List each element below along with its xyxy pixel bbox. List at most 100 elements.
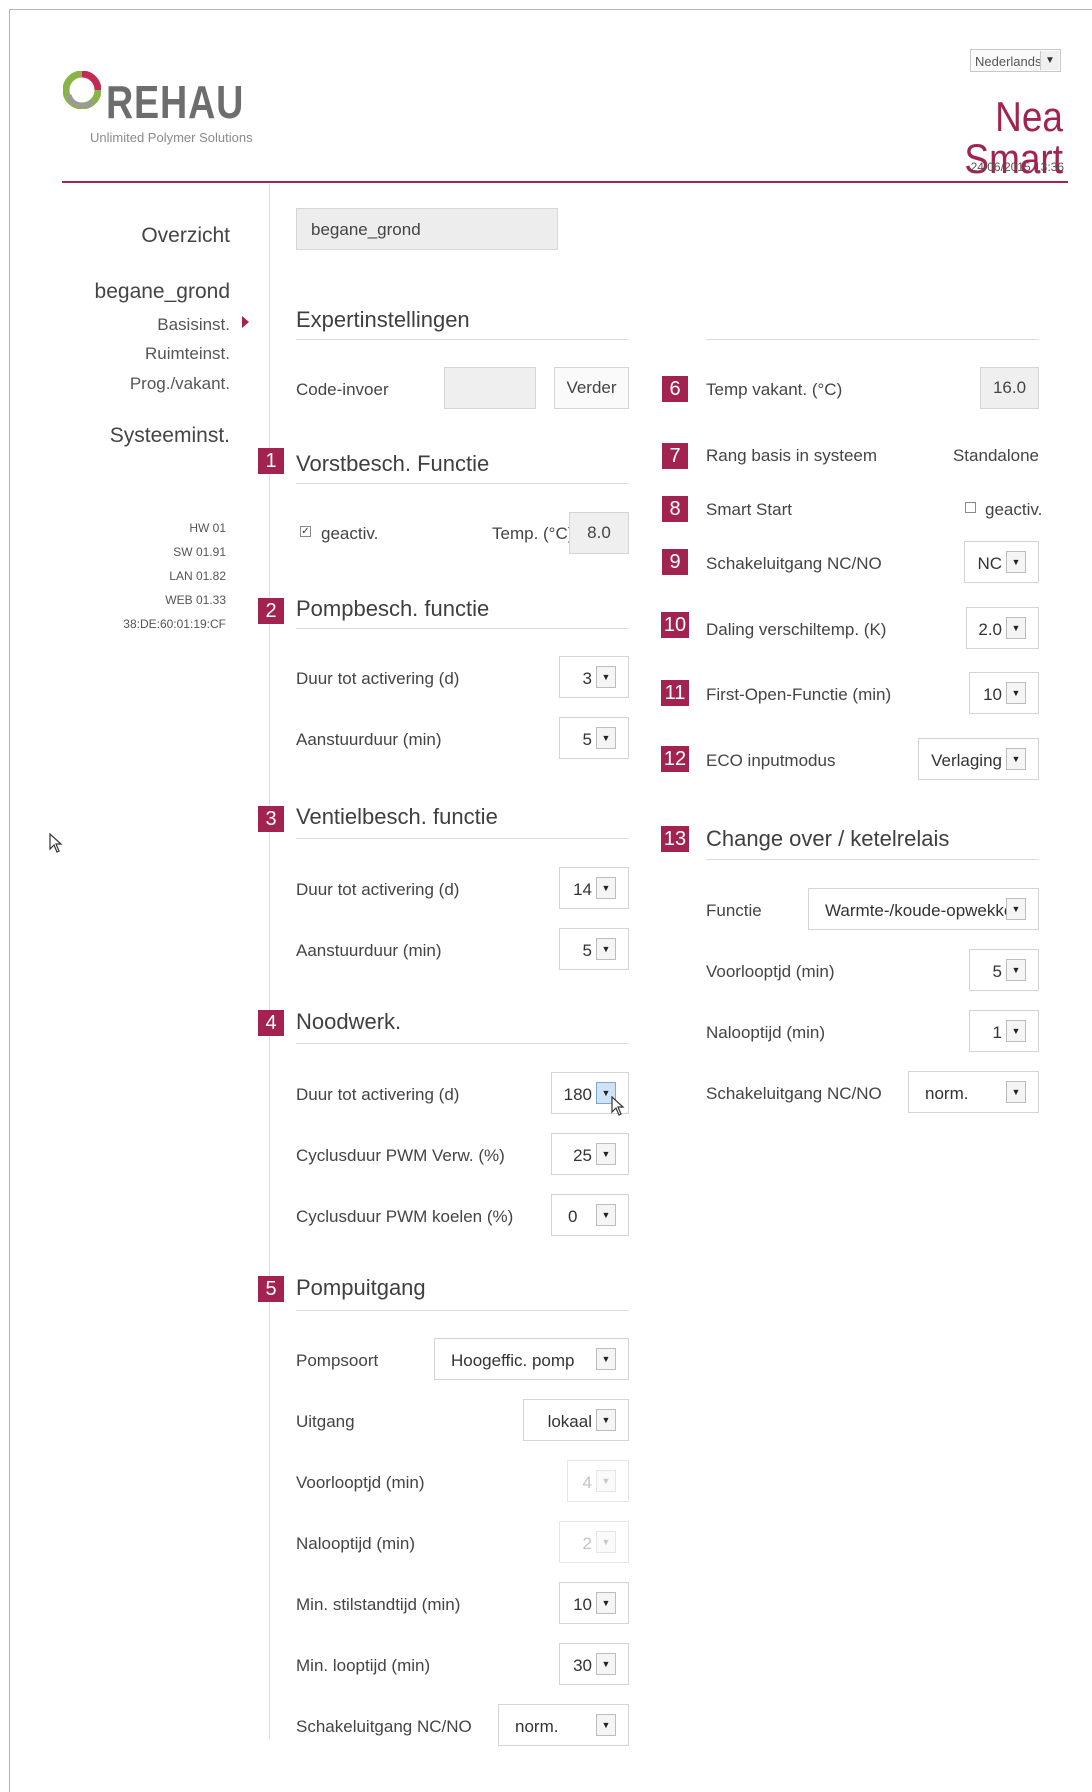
nav-overview[interactable]: Overzicht (141, 224, 230, 248)
pwm-heating-select[interactable]: 25 ▼ (551, 1133, 629, 1175)
nav-room[interactable]: begane_grond (95, 280, 230, 304)
pwm-heating-label: Cyclusduur PWM Verw. (%) (296, 1146, 505, 1165)
eco-mode-label: ECO inputmodus (706, 751, 836, 770)
room-name-field[interactable]: begane_grond (296, 208, 558, 250)
min-runtime-select[interactable]: 30 ▼ (559, 1643, 629, 1685)
first-open-select[interactable]: 10 ▼ (969, 672, 1039, 714)
frost-temp-label: Temp. (°C) (492, 524, 574, 543)
nc-no-output-label: Schakeluitgang NC/NO (706, 554, 882, 573)
section-divider (296, 1043, 629, 1044)
mouse-pointer-icon (49, 832, 63, 858)
pump-prerun-select[interactable]: 4 ▼ (567, 1460, 629, 1502)
frost-active-checkbox[interactable]: ✓ (300, 526, 311, 537)
nc-no-output-value: NC (977, 554, 1002, 573)
output-select[interactable]: lokaal ▼ (523, 1399, 629, 1441)
section-number-6: 6 (662, 376, 688, 402)
nav-prog-vakant[interactable]: Prog./vakant. (130, 374, 230, 394)
mouse-pointer-icon (611, 1095, 625, 1121)
min-runtime-label: Min. looptijd (min) (296, 1656, 431, 1675)
pump-type-select[interactable]: Hoogeffic. pomp ▼ (434, 1338, 629, 1380)
section-number-8: 8 (662, 496, 688, 522)
smart-start-label: Smart Start (706, 500, 792, 519)
temp-drop-select[interactable]: 2.0 ▼ (966, 607, 1039, 649)
first-open-value: 10 (983, 685, 1002, 704)
mac-address: 38:DE:60:01:19:CF (123, 617, 226, 631)
eco-mode-value: Verlaging (931, 751, 1002, 770)
changeover-prerun-select[interactable]: 5 ▼ (969, 949, 1039, 991)
chevron-down-icon: ▼ (596, 1348, 616, 1370)
pump-prerun-label: Voorlooptjd (min) (296, 1473, 425, 1492)
pwm-heating-value: 25 (573, 1146, 592, 1165)
next-button[interactable]: Verder (554, 367, 629, 409)
rehau-logo-icon (62, 70, 102, 110)
pwm-cooling-value: 0 (568, 1207, 578, 1226)
changeover-overrun-select[interactable]: 1 ▼ (969, 1010, 1039, 1052)
pump-control-label: Aanstuurduur (min) (296, 730, 442, 749)
nav-ruimteinst[interactable]: Ruimteinst. (145, 344, 230, 364)
chevron-down-icon: ▼ (596, 1409, 616, 1431)
holiday-temp-input[interactable]: 16.0 (980, 367, 1039, 409)
pump-nc-no-select[interactable]: norm. ▼ (498, 1704, 629, 1746)
smart-start-active-label: geactiv. (985, 500, 1043, 519)
chevron-down-icon: ▼ (596, 938, 616, 960)
changeover-function-select[interactable]: Warmte-/koude-opwekker ▼ (808, 888, 1039, 930)
eco-mode-select[interactable]: Verlaging ▼ (918, 738, 1039, 780)
pump-prerun-value: 4 (582, 1473, 592, 1492)
pump-control-value: 5 (582, 730, 592, 749)
pump-type-value: Hoogeffic. pomp (451, 1351, 575, 1370)
section-number-11: 11 (661, 680, 689, 706)
chevron-down-icon: ▼ (596, 1592, 616, 1614)
output-label: Uitgang (296, 1412, 355, 1431)
frame-top-border (9, 9, 1092, 10)
chevron-down-icon: ▼ (596, 727, 616, 749)
changeover-nc-no-value: norm. (925, 1084, 969, 1103)
pump-control-select[interactable]: 5 ▼ (559, 717, 629, 759)
logo-text: REHAU (106, 76, 245, 128)
version-hw: HW 01 (189, 521, 226, 535)
changeover-overrun-label: Nalooptijd (min) (706, 1023, 826, 1042)
logo-tagline: Unlimited Polymer Solutions (90, 130, 253, 145)
chevron-down-icon: ▼ (1006, 551, 1026, 573)
triangle-right-icon (242, 316, 249, 328)
pwm-cooling-select[interactable]: 0 ▼ (551, 1194, 629, 1236)
smart-start-checkbox[interactable] (965, 502, 976, 513)
language-select[interactable]: Nederlands ▼ (970, 49, 1061, 72)
chevron-down-icon: ▼ (1006, 1020, 1026, 1042)
changeover-function-value: Warmte-/koude-opwekker (825, 901, 1019, 920)
min-standstill-value: 10 (573, 1595, 592, 1614)
chevron-down-icon: ▼ (596, 1714, 616, 1736)
nav-systeeminst[interactable]: Systeeminst. (110, 424, 230, 448)
min-standstill-select[interactable]: 10 ▼ (559, 1582, 629, 1624)
frame-left-border (9, 9, 10, 1792)
chevron-down-icon: ▼ (1006, 959, 1026, 981)
pump-duration-select[interactable]: 3 ▼ (559, 656, 629, 698)
chevron-down-icon: ▼ (1006, 748, 1026, 770)
section-number-9: 9 (662, 549, 688, 575)
pump-overrun-select[interactable]: 2 ▼ (559, 1521, 629, 1563)
changeover-nc-no-label: Schakeluitgang NC/NO (706, 1084, 882, 1103)
expert-settings-title: Expertinstellingen (296, 307, 470, 332)
section-title-pump-protection: Pompbesch. functie (296, 596, 490, 621)
chevron-down-icon: ▼ (596, 666, 616, 688)
section-title-emergency: Noodwerk. (296, 1009, 402, 1034)
emergency-duration-label: Duur tot activering (d) (296, 1085, 460, 1104)
nc-no-output-select[interactable]: NC ▼ (964, 541, 1039, 583)
section-number-3: 3 (258, 806, 284, 832)
changeover-nc-no-select[interactable]: norm. ▼ (908, 1071, 1039, 1113)
chevron-down-icon: ▼ (1006, 1081, 1026, 1103)
section-divider (296, 628, 629, 629)
valve-duration-value: 14 (573, 880, 592, 899)
pump-nc-no-value: norm. (515, 1717, 559, 1736)
pump-type-label: Pompsoort (296, 1351, 379, 1370)
frost-temp-input[interactable]: 8.0 (569, 512, 629, 554)
nav-basisinst[interactable]: Basisinst. (157, 315, 230, 335)
valve-control-select[interactable]: 5 ▼ (559, 928, 629, 970)
changeover-function-label: Functie (706, 901, 762, 920)
valve-duration-select[interactable]: 14 ▼ (559, 867, 629, 909)
version-lan: LAN 01.82 (169, 569, 226, 583)
chevron-down-icon: ▼ (596, 1143, 616, 1165)
code-input[interactable] (444, 367, 536, 409)
chevron-down-icon: ▼ (596, 1204, 616, 1226)
section-title-pump-output: Pompuitgang (296, 1275, 426, 1300)
section-divider (296, 838, 629, 839)
